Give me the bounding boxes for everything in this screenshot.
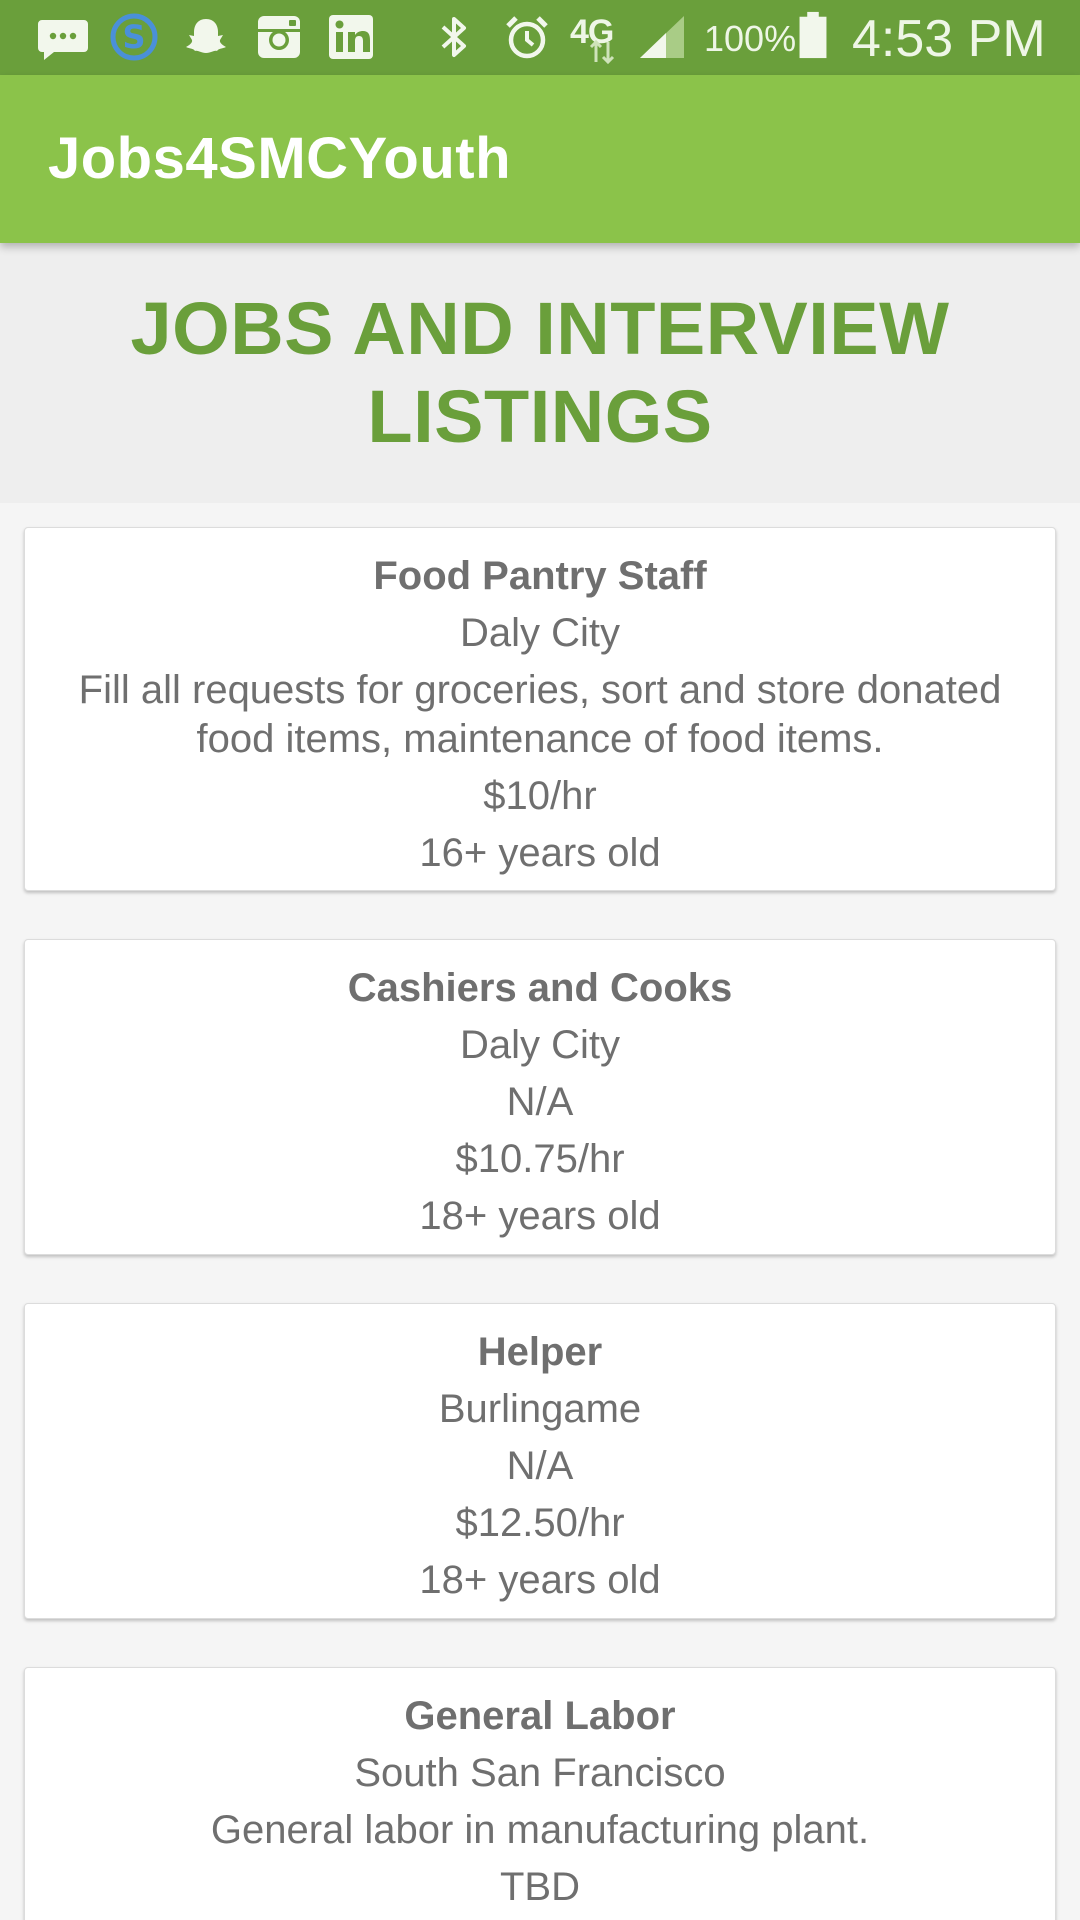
job-location: South San Francisco — [354, 1751, 726, 1795]
job-pay: TBD — [500, 1865, 580, 1909]
skype-icon: S — [110, 13, 158, 61]
job-title: Food Pantry Staff — [373, 554, 707, 598]
signal-icon — [640, 16, 684, 58]
svg-text:S: S — [122, 18, 145, 56]
job-title: Cashiers and Cooks — [347, 966, 733, 1010]
job-pay: $10/hr — [483, 774, 597, 818]
job-age-requirement: 16+ years old — [419, 831, 661, 875]
job-card[interactable]: Cashiers and Cooks Daly City N/A $10.75/… — [24, 939, 1056, 1255]
instagram-icon — [258, 16, 300, 58]
snapchat-icon — [186, 19, 226, 53]
app-bar: Jobs4SMCYouth — [0, 75, 1080, 243]
job-age-requirement: 18+ years old — [419, 1194, 661, 1238]
job-description: General labor in manufacturing plant. — [210, 1808, 870, 1852]
job-card[interactable]: Helper Burlingame N/A $12.50/hr 18+ year… — [24, 1303, 1056, 1619]
job-card[interactable]: Food Pantry Staff Daly City Fill all req… — [24, 527, 1056, 891]
job-card[interactable]: General Labor South San Francisco Genera… — [24, 1667, 1056, 1920]
data-arrows-icon — [589, 40, 615, 64]
page-title: JOBS AND INTERVIEW LISTINGS — [130, 287, 950, 458]
job-description: N/A — [506, 1080, 574, 1124]
job-location: Burlingame — [438, 1387, 642, 1431]
job-pay: $12.50/hr — [455, 1501, 625, 1545]
app-title: Jobs4SMCYouth — [48, 126, 511, 191]
job-description: Fill all requests for groceries, sort an… — [78, 668, 1002, 761]
job-title: General Labor — [404, 1694, 676, 1738]
message-icon — [38, 20, 88, 60]
job-list[interactable]: Food Pantry Staff Daly City Fill all req… — [0, 503, 1080, 1920]
job-location: Daly City — [459, 1023, 621, 1067]
section-header: JOBS AND INTERVIEW LISTINGS — [0, 243, 1080, 503]
job-description: N/A — [506, 1444, 574, 1488]
job-pay: $10.75/hr — [455, 1137, 625, 1181]
job-title: Helper — [477, 1330, 603, 1374]
job-location: Daly City — [459, 611, 621, 655]
alarm-icon — [506, 16, 548, 59]
bluetooth-icon — [441, 17, 466, 57]
clock-time: 4:53 PM — [852, 10, 1046, 68]
linkedin-icon — [329, 15, 373, 59]
job-age-requirement: 18+ years old — [419, 1558, 661, 1602]
status-bar: S 4G 100% 4:53 PM — [0, 0, 1080, 75]
battery-icon — [799, 11, 827, 59]
battery-percent: 100% — [704, 18, 797, 59]
